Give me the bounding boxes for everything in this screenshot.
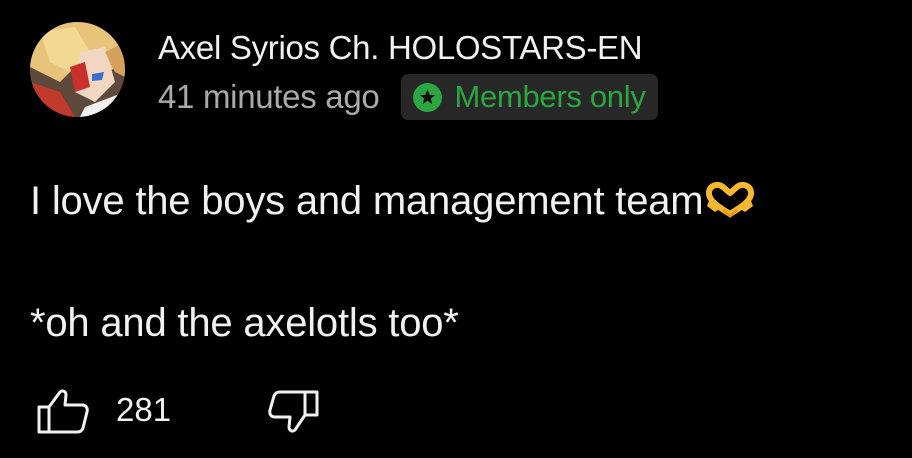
badge-label: Members only — [454, 79, 646, 114]
avatar[interactable] — [30, 22, 125, 117]
dislike-button[interactable] — [268, 388, 322, 434]
thumbs-down-icon — [268, 390, 319, 433]
star-icon — [413, 82, 443, 112]
comment-meta: 41 minutes ago Members only — [158, 74, 658, 120]
members-only-badge: Members only — [401, 74, 658, 120]
timestamp[interactable]: 41 minutes ago — [158, 78, 380, 116]
comment: Axel Syrios Ch. HOLOSTARS-EN 41 minutes … — [0, 0, 912, 458]
heart-hands-emoji — [706, 182, 755, 218]
thumbs-up-icon — [37, 389, 89, 434]
comment-text: I love the boys and management team — [30, 179, 704, 223]
avatar-image — [30, 22, 125, 117]
like-button[interactable] — [36, 388, 90, 434]
comment-actions: 281 — [36, 388, 636, 434]
author-name[interactable]: Axel Syrios Ch. HOLOSTARS-EN — [158, 28, 643, 68]
comment-text-line-1: I love the boys and management team — [30, 177, 755, 225]
comment-text-line-2: *oh and the axelotls too* — [30, 301, 459, 345]
like-count: 281 — [116, 391, 172, 428]
